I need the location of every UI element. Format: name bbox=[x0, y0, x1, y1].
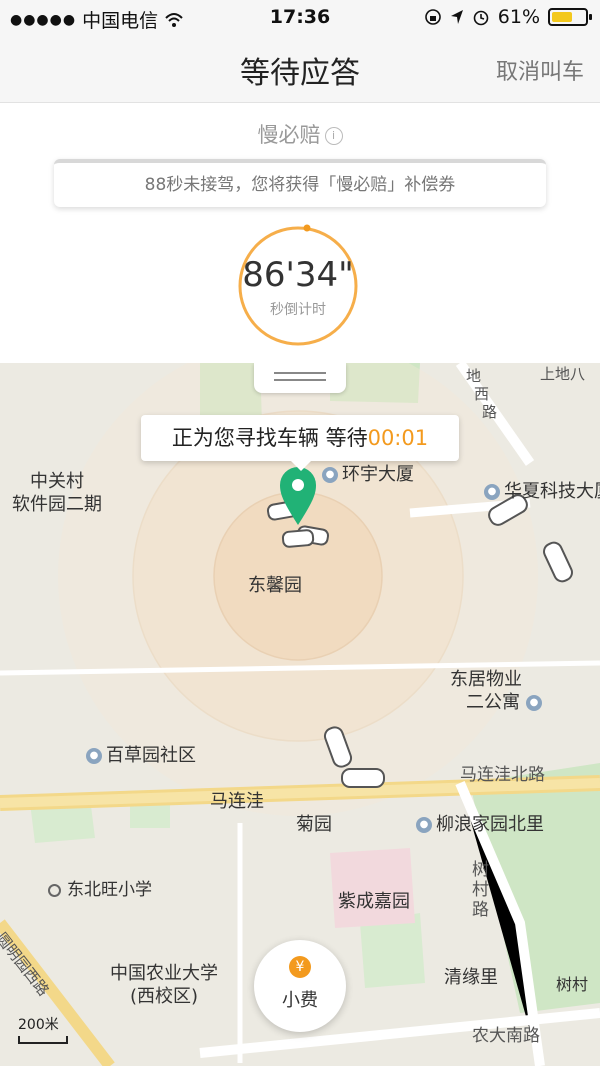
home-icon: ● bbox=[86, 748, 102, 764]
building-icon: ● bbox=[484, 484, 500, 500]
place-huaxia: ●华夏科技大厦 bbox=[484, 477, 600, 503]
road-shucun-3: 路 bbox=[472, 900, 489, 920]
place-liulang-label: 柳浪家园北里 bbox=[436, 814, 544, 835]
place-dongbeiwang: 东北旺小学 bbox=[48, 875, 152, 900]
map-scale: 200米 bbox=[18, 1014, 68, 1044]
place-malianwa: 马连洼 bbox=[210, 791, 264, 812]
place-baicao: ● 百草园社区 bbox=[86, 741, 196, 767]
countdown-label: 秒倒计时 bbox=[270, 302, 326, 318]
cancel-ride-button[interactable]: 取消叫车 bbox=[496, 54, 584, 86]
place-juyuan: 菊园 bbox=[296, 814, 332, 835]
status-right: 61% bbox=[424, 6, 592, 28]
place-dongju-2: 二公寓 ● bbox=[466, 688, 546, 714]
place-zhongguancun-2: 软件园二期 bbox=[12, 494, 102, 515]
place-shucun-edge: 树村 bbox=[556, 975, 589, 994]
place-liulang: ● 柳浪家园北里 bbox=[416, 810, 544, 836]
school-icon bbox=[48, 883, 61, 897]
place-dongju-2-label: 二公寓 bbox=[466, 692, 520, 713]
slow-compensation-label: 慢必赔 bbox=[257, 123, 321, 147]
countdown-timer: 86'34" 秒倒计时 bbox=[233, 223, 363, 347]
slow-compensation-title: 慢必赔 i bbox=[0, 119, 600, 149]
map-scale-label: 200米 bbox=[18, 1017, 59, 1033]
place-dongbeiwang-label: 东北旺小学 bbox=[67, 880, 152, 900]
nav-bar: 等待应答 取消叫车 bbox=[0, 34, 600, 103]
search-wait-time: 00:01 bbox=[367, 426, 429, 450]
battery-level bbox=[552, 12, 572, 22]
road-malianwa-north: 马连洼北路 bbox=[460, 765, 545, 785]
place-qingyuan: 清缘里 bbox=[444, 967, 498, 988]
road-nongda: 农大南路 bbox=[472, 1026, 540, 1046]
tip-button[interactable]: ¥ 小费 bbox=[254, 940, 346, 1032]
battery-percent: 61% bbox=[497, 6, 540, 28]
road-dixi-3: 路 bbox=[482, 403, 498, 421]
status-bar: ●●●●● 中国电信 17:36 61% bbox=[0, 0, 600, 34]
alarm-icon bbox=[473, 10, 489, 26]
drawer-handle[interactable] bbox=[254, 363, 346, 393]
building-icon: ● bbox=[322, 467, 338, 483]
tip-label: 小费 bbox=[282, 990, 318, 1011]
map-view[interactable]: 正为您寻找车辆 等待00:01 中关村 软件园二期 ●环宇大厦 ●华夏科技大厦 … bbox=[0, 363, 600, 1066]
info-icon[interactable]: i bbox=[324, 127, 343, 145]
yuan-icon: ¥ bbox=[289, 956, 311, 978]
search-status-bubble: 正为您寻找车辆 等待00:01 bbox=[141, 415, 459, 471]
building-icon: ● bbox=[526, 695, 542, 711]
place-cau-2: (西校区) bbox=[130, 986, 199, 1007]
search-status-text: 正为您寻找车辆 等待 bbox=[171, 426, 368, 450]
place-zicheng: 紫成嘉园 bbox=[338, 891, 410, 912]
place-dongxin: 东馨园 bbox=[248, 575, 302, 596]
place-baicao-label: 百草园社区 bbox=[106, 745, 196, 766]
location-arrow-icon bbox=[450, 10, 463, 24]
lock-rotation-icon bbox=[424, 9, 441, 25]
map-scale-bar bbox=[18, 1036, 68, 1044]
compensation-panel: 慢必赔 i 88秒未接驾，您将获得「慢必赔」补偿券 86'34" 秒倒计时 bbox=[0, 103, 600, 363]
place-huaxia-label: 华夏科技大厦 bbox=[504, 481, 600, 502]
battery-icon bbox=[548, 8, 592, 26]
place-huanyu-label: 环宇大厦 bbox=[342, 464, 414, 485]
compensation-notice: 88秒未接驾，您将获得「慢必赔」补偿券 bbox=[54, 159, 546, 207]
place-shangdi: 上地八 bbox=[540, 365, 586, 383]
countdown-value: 86'34" bbox=[242, 255, 354, 295]
home-icon: ● bbox=[416, 817, 432, 833]
place-huanyu: ● 环宇大厦 bbox=[322, 460, 414, 486]
